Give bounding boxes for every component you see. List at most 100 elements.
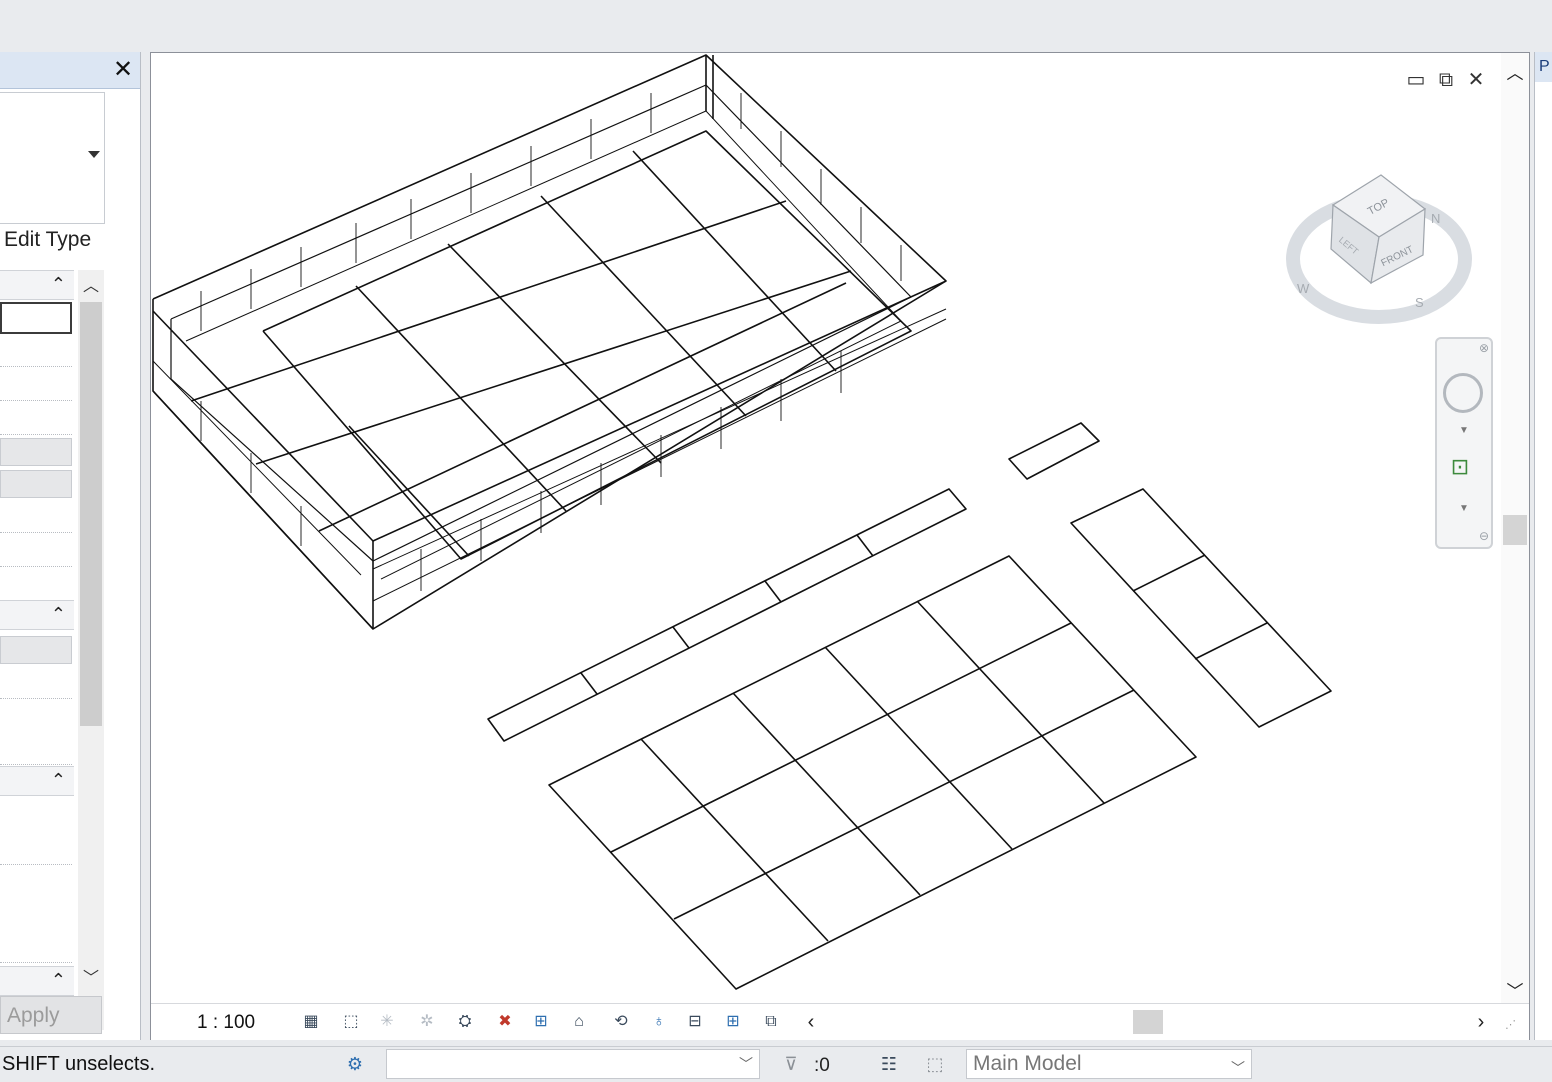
chevron-down-icon[interactable]: ﹀ [1231, 1054, 1245, 1082]
type-selector[interactable] [0, 92, 105, 224]
scroll-right-icon[interactable]: › [1471, 1010, 1491, 1034]
property-row[interactable] [0, 368, 72, 401]
property-row[interactable] [0, 334, 72, 367]
property-row[interactable] [0, 500, 72, 533]
scroll-thumb[interactable] [1503, 515, 1527, 545]
property-row[interactable] [0, 666, 72, 699]
lock-view-icon[interactable]: ⌂ [565, 1010, 593, 1034]
editable-only-icon[interactable]: ⬚ [920, 1051, 950, 1077]
close-properties-button[interactable]: ✕ [110, 56, 136, 84]
floor-grid-line [348, 425, 470, 557]
property-row[interactable] [0, 800, 72, 833]
chevron-down-icon[interactable]: ▼ [1459, 503, 1469, 514]
grid-line [916, 600, 1105, 804]
property-row[interactable] [0, 700, 72, 733]
edit-type-button[interactable]: Edit Type [4, 228, 91, 252]
status-bar: SHIFT unselects. ⚙ ﹀ ⊽ :0 ☷ ⬚ Main Model… [0, 1046, 1552, 1081]
close-navbar-icon[interactable]: ⊗ [1479, 341, 1489, 355]
collapse-icon[interactable]: ⌃ [51, 602, 66, 626]
reveal-hidden-icon[interactable]: ♁ [645, 1010, 673, 1034]
property-group-header[interactable]: ⌃ [0, 600, 74, 630]
chevron-down-icon[interactable]: ﹀ [739, 1054, 753, 1074]
property-row[interactable] [0, 470, 72, 498]
project-browser-tab[interactable]: P [1535, 52, 1552, 82]
property-row[interactable] [0, 302, 72, 334]
model-canvas[interactable]: TOP FRONT LEFT N S W [151, 53, 1501, 1003]
property-group-header[interactable]: ⌃ [0, 766, 74, 796]
restore-icon[interactable]: ⧉ [1431, 67, 1461, 93]
chevron-down-icon[interactable]: ▼ [1459, 425, 1469, 436]
property-row[interactable] [0, 732, 72, 765]
property-row[interactable] [0, 930, 72, 963]
sun-path-icon[interactable]: ✳ [373, 1010, 401, 1034]
detail-level-icon[interactable]: ▦ [297, 1010, 325, 1034]
properties-title-bar[interactable]: ✕ [0, 52, 140, 89]
wall-inner [185, 110, 902, 580]
floating-floor-panel [548, 555, 1197, 990]
show-crop-icon[interactable]: ⊞ [527, 1010, 555, 1034]
steering-wheel-icon[interactable] [1443, 373, 1483, 413]
properties-scrollbar[interactable]: ︿ ﹀ [78, 270, 104, 1030]
compass-south-label: S [1415, 295, 1424, 310]
apply-button[interactable]: Apply [0, 996, 102, 1034]
scroll-down-icon[interactable]: ﹀ [78, 964, 104, 987]
shadows-icon[interactable]: ✲ [413, 1010, 441, 1034]
minimize-icon[interactable]: ▭ [1401, 67, 1431, 93]
worksets-icon[interactable]: ⚙ [340, 1051, 370, 1077]
active-model-value: Main Model [973, 1052, 1082, 1075]
scroll-left-icon[interactable]: ‹ [801, 1010, 821, 1034]
active-model-field[interactable]: Main Model ﹀ [966, 1049, 1252, 1079]
property-row[interactable] [0, 568, 72, 601]
crop-view-icon[interactable]: ✖ [491, 1010, 519, 1034]
zoom-region-icon[interactable]: ⊡ [1445, 453, 1475, 481]
floor-grid-line [255, 270, 852, 465]
property-row[interactable] [0, 898, 72, 931]
close-icon[interactable]: ✕ [1461, 67, 1491, 93]
grid-line [610, 622, 1072, 853]
strip-divider [856, 534, 874, 557]
property-row[interactable] [0, 534, 72, 567]
temporary-properties-icon[interactable]: ⊟ [681, 1010, 709, 1034]
grid-line [824, 646, 1013, 850]
floor-grid-line [447, 243, 662, 464]
property-row[interactable] [0, 866, 72, 899]
property-group-header[interactable]: ⌃ [0, 270, 74, 300]
reveal-constraints-icon[interactable]: ⧉ [757, 1010, 785, 1034]
visual-style-icon[interactable]: ⬚ [337, 1010, 365, 1034]
render-icon[interactable]: ⛭ [451, 1010, 479, 1034]
collapse-icon[interactable]: ⌃ [51, 272, 66, 296]
property-row[interactable] [0, 832, 72, 865]
horizontal-scroll-thumb[interactable] [1133, 1010, 1163, 1034]
filter-icon[interactable]: ⊽ [776, 1051, 806, 1077]
view-control-bar: 1 : 100 ▦ ⬚ ✳ ✲ ⛭ ✖ ⊞ ⌂ ⟲ ♁ ⊟ ⊞ ⧉ ‹ › ⋰ [151, 1003, 1529, 1040]
scroll-up-icon[interactable]: ︿ [78, 272, 104, 295]
view-window-controls: ▭ ⧉ ✕ [1401, 67, 1491, 95]
active-workset-field[interactable]: ﹀ [386, 1049, 760, 1079]
design-options-icon[interactable]: ☷ [874, 1051, 904, 1077]
chevron-down-icon[interactable] [88, 151, 100, 158]
collapse-icon[interactable]: ⌃ [51, 768, 66, 792]
floor-grid-line [190, 200, 787, 402]
navbar-options-icon[interactable]: ⊖ [1479, 529, 1489, 543]
view-scale[interactable]: 1 : 100 [197, 1012, 255, 1034]
property-group-header[interactable]: ⌃ [0, 966, 74, 996]
property-row[interactable] [0, 438, 72, 466]
scroll-up-icon[interactable]: ︿ [1501, 59, 1529, 83]
properties-palette: ✕ Edit Type ⌃ ⌃ ⌃ ⌃ ︿ ﹀ Apply [0, 52, 141, 1040]
wall-brick-ticks [200, 93, 902, 591]
property-row[interactable] [0, 636, 72, 664]
collapse-icon[interactable]: ⌃ [51, 968, 66, 992]
scroll-down-icon[interactable]: ﹀ [1501, 977, 1529, 1001]
compass-west-label: W [1297, 281, 1310, 296]
view-vertical-scrollbar[interactable]: ︿ ﹀ [1501, 53, 1529, 1003]
compass-north-label: N [1431, 211, 1440, 226]
worksharing-display-icon[interactable]: ⊞ [719, 1010, 747, 1034]
scroll-thumb[interactable] [80, 302, 102, 726]
wall-course [152, 360, 362, 576]
3d-view-window[interactable]: TOP FRONT LEFT N S W ▭ ⧉ ✕ ⊗ ▼ ⊡ ▼ ⊖ ︿ ﹀ 1… [150, 52, 1530, 1040]
floor-grid-line [540, 195, 747, 417]
resize-grip-icon[interactable]: ⋰ [1505, 1018, 1516, 1031]
property-row[interactable] [0, 402, 72, 435]
temporary-hide-icon[interactable]: ⟲ [607, 1010, 635, 1034]
model-geometry [152, 54, 1332, 990]
